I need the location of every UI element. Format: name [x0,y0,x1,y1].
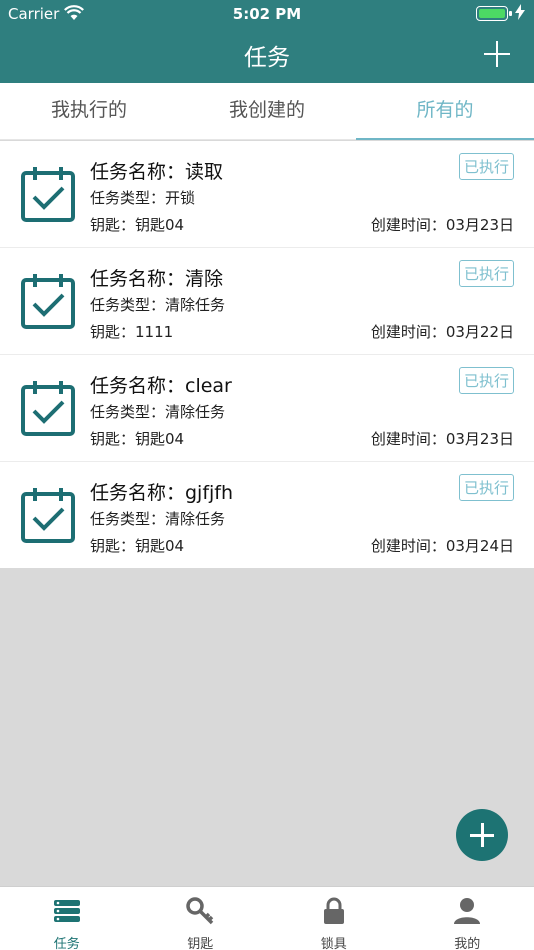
bottom-tab-bar: 任务 钥匙 锁具 我的 [0,886,534,950]
task-row[interactable]: 任务名称：读取 任务类型：开锁 钥匙：钥匙04 创建时间：03月23日 已执行 [0,141,534,248]
task-created-time: 创建时间：03月23日 [370,216,514,234]
task-created-time: 创建时间：03月22日 [370,323,514,341]
task-row[interactable]: 任务名称：gjfjfh 任务类型：清除任务 钥匙：钥匙04 创建时间：03月24… [0,462,534,568]
task-name: 任务名称：clear [90,375,232,397]
tabbar-item-locks[interactable]: 锁具 [267,887,401,950]
task-row[interactable]: 任务名称：clear 任务类型：清除任务 钥匙：钥匙04 创建时间：03月23日… [0,355,534,462]
task-type: 任务类型：清除任务 [90,296,226,314]
status-bar: Carrier 5:02 PM [0,0,534,28]
app-header: Carrier 5:02 PM 任务 [0,0,534,83]
task-name: 任务名称：gjfjfh [90,482,234,504]
task-name: 任务名称：清除 [90,268,224,290]
add-task-icon[interactable] [484,41,510,67]
tabbar-item-keys[interactable]: 钥匙 [134,887,268,950]
status-time: 5:02 PM [232,5,302,23]
tabbar-item-me[interactable]: 我的 [401,887,534,950]
key-icon [186,897,214,925]
task-key: 钥匙：1111 [90,323,174,341]
calendar-check-icon [20,165,76,223]
tab-executed-by-me[interactable]: 我执行的 [0,83,178,139]
calendar-check-icon [20,379,76,437]
task-type: 任务类型：清除任务 [90,510,226,528]
status-badge: 已执行 [458,153,514,180]
tab-all[interactable]: 所有的 [356,83,534,140]
charging-icon [515,4,525,24]
status-badge: 已执行 [458,474,514,501]
status-badge: 已执行 [458,260,514,287]
task-created-time: 创建时间：03月24日 [370,537,514,555]
calendar-check-icon [20,272,76,330]
calendar-check-icon [20,486,76,544]
status-badge: 已执行 [458,367,514,394]
task-key: 钥匙：钥匙04 [90,430,185,448]
task-type: 任务类型：清除任务 [90,403,226,421]
tabbar-label: 锁具 [320,937,347,950]
add-floating-button[interactable] [456,809,508,861]
page-title: 任务 [244,45,290,71]
tab-created-by-me[interactable]: 我创建的 [178,83,356,139]
tabbar-label: 钥匙 [187,937,214,950]
task-name: 任务名称：读取 [90,161,224,183]
filter-tabs: 我执行的 我创建的 所有的 [0,83,534,140]
task-created-time: 创建时间：03月23日 [370,430,514,448]
server-stack-icon [53,900,80,922]
task-key: 钥匙：钥匙04 [90,216,185,234]
task-row[interactable]: 任务名称：清除 任务类型：清除任务 钥匙：1111 创建时间：03月22日 已执… [0,248,534,355]
lock-icon [323,897,344,924]
tabbar-item-tasks[interactable]: 任务 [0,887,134,950]
battery-icon [476,6,512,21]
task-list: 任务名称：读取 任务类型：开锁 钥匙：钥匙04 创建时间：03月23日 已执行 … [0,141,534,568]
task-key: 钥匙：钥匙04 [90,537,185,555]
tabbar-label: 任务 [53,937,80,950]
task-type: 任务类型：开锁 [90,189,196,207]
tabbar-label: 我的 [454,937,481,950]
user-icon [454,898,481,924]
